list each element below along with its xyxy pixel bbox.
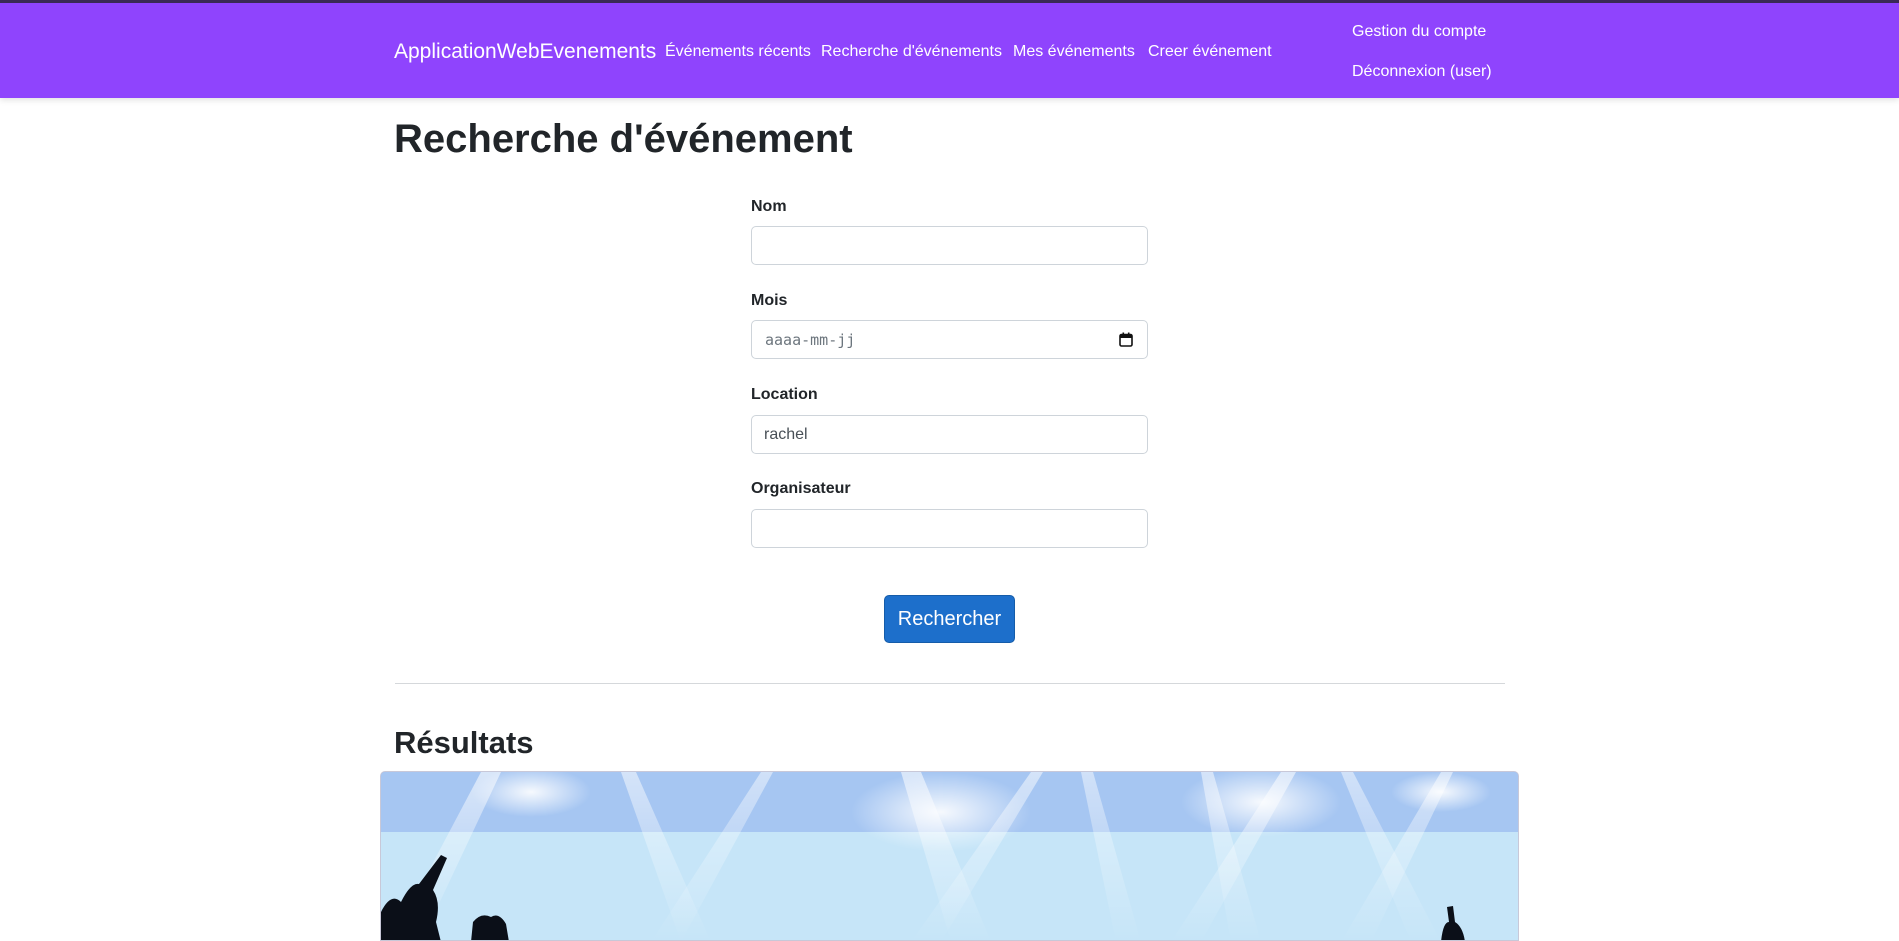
search-button[interactable]: Rechercher (884, 595, 1015, 643)
calendar-icon[interactable] (1119, 332, 1133, 347)
event-card[interactable] (380, 771, 1519, 941)
navbar-brand[interactable]: ApplicationWebEvenements (394, 40, 656, 64)
nom-label: Nom (751, 198, 787, 215)
organisateur-input[interactable] (751, 509, 1148, 548)
nav-link-search-events[interactable]: Recherche d'événements (821, 43, 1002, 61)
mois-placeholder: aaaa-mm-jj (765, 331, 856, 349)
location-label: Location (751, 386, 818, 403)
nav-link-recent-events[interactable]: Événements récents (665, 43, 811, 61)
event-image (381, 772, 1518, 940)
logout-link[interactable]: Déconnexion (user) (1352, 63, 1492, 81)
account-management-link[interactable]: Gestion du compte (1352, 23, 1486, 41)
mois-label: Mois (751, 292, 788, 309)
page-title: Recherche d'événement (394, 117, 853, 161)
nom-input[interactable] (751, 226, 1148, 265)
results-title: Résultats (394, 725, 534, 760)
nav-link-my-events[interactable]: Mes événements (1013, 43, 1135, 61)
organisateur-label: Organisateur (751, 480, 851, 497)
navbar: ApplicationWebEvenements Événements réce… (0, 0, 1899, 98)
divider (395, 683, 1505, 684)
mois-date-input[interactable]: aaaa-mm-jj (751, 320, 1148, 359)
location-input[interactable] (751, 415, 1148, 454)
nav-link-create-event[interactable]: Creer événement (1148, 43, 1272, 61)
